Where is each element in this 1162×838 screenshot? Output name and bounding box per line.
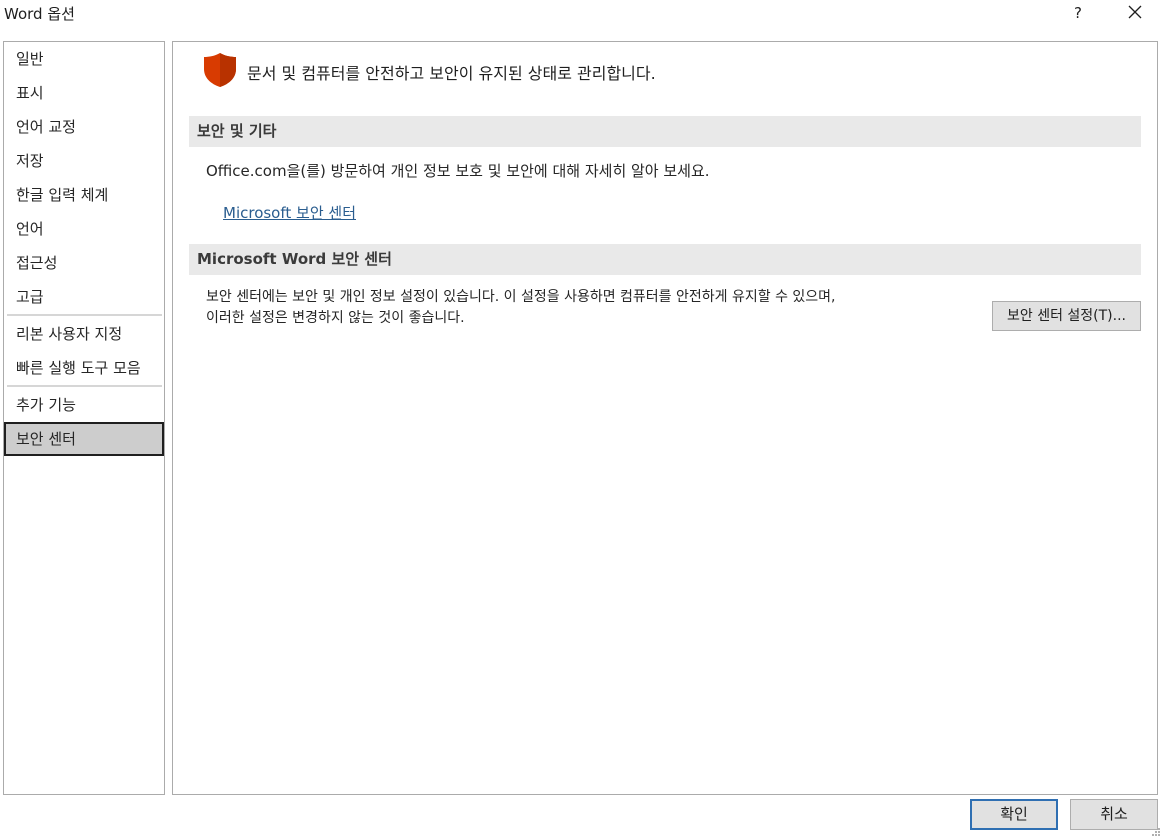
sidebar-item-display[interactable]: 표시 bbox=[4, 76, 164, 110]
sidebar-item-proofing[interactable]: 언어 교정 bbox=[4, 110, 164, 144]
help-button[interactable]: ? bbox=[1066, 2, 1090, 26]
cancel-button[interactable]: 취소 bbox=[1070, 799, 1158, 830]
trust-center-settings-button[interactable]: 보안 센터 설정(T)... bbox=[992, 301, 1141, 331]
window-title: Word 옵션 bbox=[4, 5, 75, 23]
ok-button[interactable]: 확인 bbox=[970, 799, 1058, 830]
close-icon bbox=[1128, 5, 1142, 19]
resize-grip-icon[interactable] bbox=[1152, 828, 1161, 837]
sidebar-item-trust-center[interactable]: 보안 센터 bbox=[4, 422, 164, 456]
trust-center-description: 보안 센터에는 보안 및 개인 정보 설정이 있습니다. 이 설정을 사용하면 … bbox=[206, 287, 966, 329]
sidebar-item-add-ins[interactable]: 추가 기능 bbox=[4, 388, 164, 422]
trust-center-description-line2: 이러한 설정은 변경하지 않는 것이 좋습니다. bbox=[206, 310, 465, 326]
title-bar: Word 옵션 ? bbox=[0, 0, 1162, 30]
section-header-word-trust-center: Microsoft Word 보안 센터 bbox=[189, 244, 1141, 275]
shield-icon bbox=[204, 53, 236, 87]
sidebar-item-advanced[interactable]: 고급 bbox=[4, 280, 164, 314]
sidebar-divider bbox=[7, 314, 162, 316]
close-button[interactable] bbox=[1120, 0, 1150, 26]
sidebar-divider bbox=[7, 385, 162, 387]
sidebar-item-accessibility[interactable]: 접근성 bbox=[4, 246, 164, 280]
microsoft-trust-center-link[interactable]: Microsoft 보안 센터 bbox=[223, 202, 356, 223]
sidebar-item-korean-input[interactable]: 한글 입력 체계 bbox=[4, 178, 164, 212]
sidebar-item-save[interactable]: 저장 bbox=[4, 144, 164, 178]
privacy-info-text: Office.com을(를) 방문하여 개인 정보 보호 및 보안에 대해 자세… bbox=[206, 162, 710, 180]
sidebar-item-quick-access-toolbar[interactable]: 빠른 실행 도구 모음 bbox=[4, 351, 164, 385]
trust-center-panel: 문서 및 컴퓨터를 안전하고 보안이 유지된 상태로 관리합니다. 보안 및 기… bbox=[172, 41, 1158, 795]
sidebar-item-customize-ribbon[interactable]: 리본 사용자 지정 bbox=[4, 317, 164, 351]
sidebar-item-general[interactable]: 일반 bbox=[4, 42, 164, 76]
sidebar-item-language[interactable]: 언어 bbox=[4, 212, 164, 246]
trust-center-description-line1: 보안 센터에는 보안 및 개인 정보 설정이 있습니다. 이 설정을 사용하면 … bbox=[206, 289, 836, 305]
options-sidebar: 일반 표시 언어 교정 저장 한글 입력 체계 언어 접근성 고급 리본 사용자… bbox=[3, 41, 165, 795]
section-header-security-and-more: 보안 및 기타 bbox=[189, 116, 1141, 147]
page-title: 문서 및 컴퓨터를 안전하고 보안이 유지된 상태로 관리합니다. bbox=[247, 64, 656, 83]
